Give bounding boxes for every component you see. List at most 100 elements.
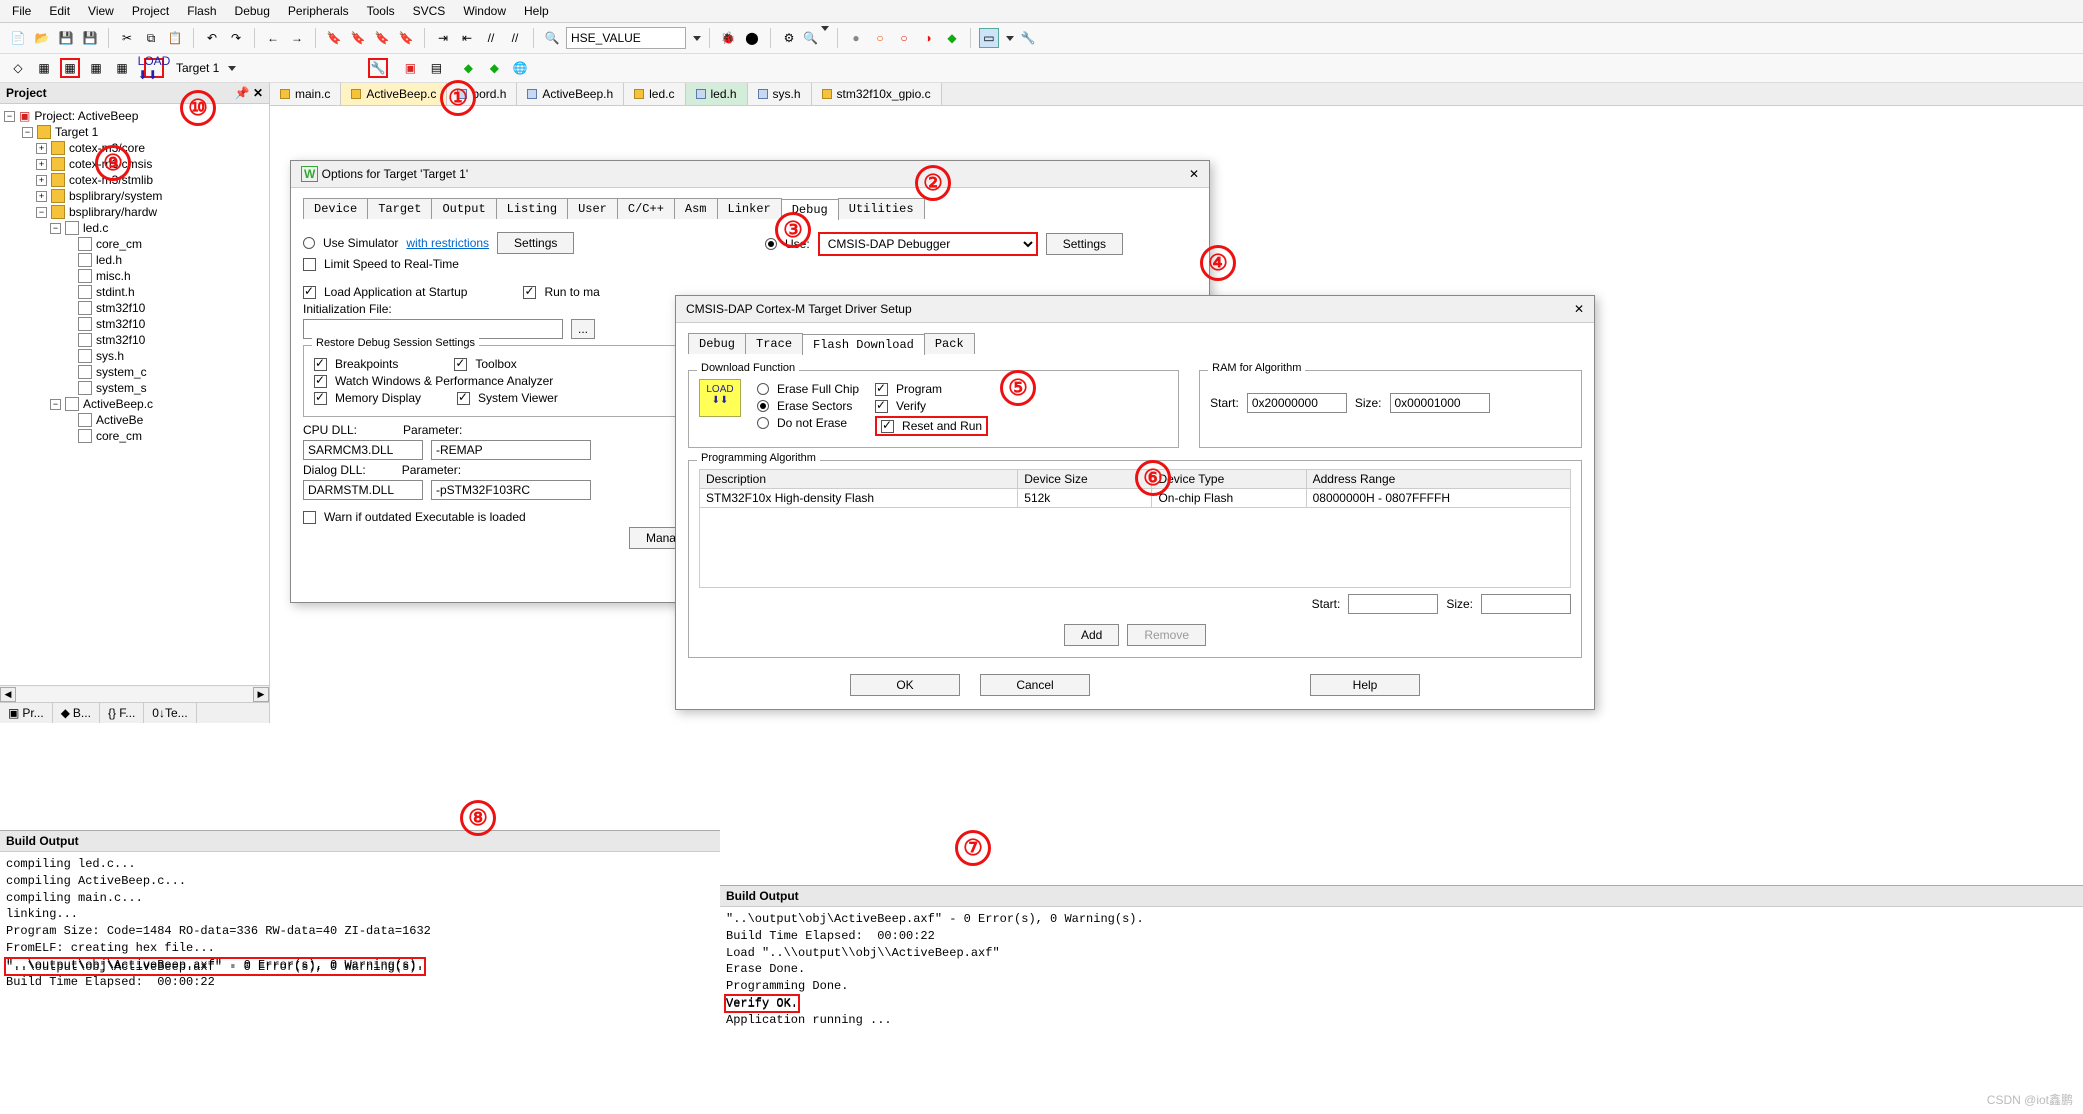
tab-target[interactable]: Target (367, 198, 432, 219)
driver-cancel-button[interactable]: Cancel (980, 674, 1090, 696)
find-input[interactable] (566, 27, 686, 49)
algorithm-table[interactable]: DescriptionDevice SizeDevice TypeAddress… (699, 469, 1571, 588)
indent-icon[interactable]: ⇥ (433, 28, 453, 48)
marker2-icon[interactable]: ○ (870, 28, 890, 48)
redo-icon[interactable]: ↷ (226, 28, 246, 48)
rebuild-icon[interactable]: ▦ (86, 58, 106, 78)
translate-icon[interactable]: ◇ (8, 58, 28, 78)
menu-debug[interactable]: Debug (235, 4, 270, 18)
debug-icon[interactable]: 🐞 (718, 28, 738, 48)
paste-icon[interactable]: 📋 (165, 28, 185, 48)
load-app-checkbox[interactable] (303, 286, 316, 299)
tab-user[interactable]: User (567, 198, 618, 219)
marker3-icon[interactable]: ○ (894, 28, 914, 48)
project-bottom-tabs[interactable]: ▣ Pr... ◆ B... {} F... 0↓Te... (0, 702, 269, 723)
tab-output[interactable]: Output (431, 198, 496, 219)
memory-checkbox[interactable] (314, 392, 327, 405)
tree-hscroll[interactable]: ◀▶ (0, 685, 269, 702)
marker1-icon[interactable]: ● (846, 28, 866, 48)
use-debugger-radio[interactable] (765, 238, 777, 250)
tab-listing[interactable]: Listing (496, 198, 568, 219)
toolbox-checkbox[interactable] (454, 358, 467, 371)
cut-icon[interactable]: ✂ (117, 28, 137, 48)
find-dropdown-icon[interactable] (693, 36, 701, 41)
target-dropdown-icon[interactable] (228, 66, 236, 71)
project-tree[interactable]: −▣Project: ActiveBeep −Target 1 +cotex-m… (0, 104, 269, 685)
no-erase-radio[interactable] (757, 417, 769, 429)
program-checkbox[interactable] (875, 383, 888, 396)
tab-flash-download[interactable]: Flash Download (802, 334, 925, 355)
breakpoint-icon[interactable]: ⬤ (742, 28, 762, 48)
driver-help-button[interactable]: Help (1310, 674, 1420, 696)
batch-build-icon[interactable]: ▦ (112, 58, 132, 78)
limit-speed-checkbox[interactable] (303, 258, 316, 271)
verify-checkbox[interactable] (875, 400, 888, 413)
close-icon[interactable]: ✕ (1189, 167, 1199, 181)
menu-view[interactable]: View (88, 4, 114, 18)
uncomment-icon[interactable]: // (505, 28, 525, 48)
outdent-icon[interactable]: ⇤ (457, 28, 477, 48)
undo-icon[interactable]: ↶ (202, 28, 222, 48)
dialog-param-input[interactable] (431, 480, 591, 500)
menu-edit[interactable]: Edit (49, 4, 70, 18)
sim-settings-button[interactable]: Settings (497, 232, 574, 254)
marker4-icon[interactable]: ◑ (918, 28, 938, 48)
pack-icon[interactable]: ◆ (458, 58, 478, 78)
tab-asm[interactable]: Asm (674, 198, 718, 219)
tab-project[interactable]: ▣ Pr... (0, 703, 53, 723)
cpu-dll-input[interactable] (303, 440, 423, 460)
menu-help[interactable]: Help (524, 4, 549, 18)
build-icon[interactable]: ▦ (34, 58, 54, 78)
bookmark-next-icon[interactable]: 🔖 (372, 28, 392, 48)
erase-full-radio[interactable] (757, 383, 769, 395)
tab-drv-pack[interactable]: Pack (924, 333, 975, 354)
tab-main-c[interactable]: main.c (270, 83, 341, 105)
tab-bord-h[interactable]: bord.h (447, 83, 517, 105)
save-all-icon[interactable]: 💾 (80, 28, 100, 48)
use-simulator-radio[interactable] (303, 237, 315, 249)
simulate-icon[interactable]: 🌐 (510, 58, 530, 78)
manage-icon[interactable]: ▣ (400, 58, 420, 78)
ram-start-input[interactable] (1247, 393, 1347, 413)
alg-size-input[interactable] (1481, 594, 1571, 614)
debugger-settings-button[interactable]: Settings (1046, 233, 1123, 255)
nav-back-icon[interactable]: ← (263, 28, 283, 48)
bookmark-icon[interactable]: 🔖 (324, 28, 344, 48)
comment-icon[interactable]: // (481, 28, 501, 48)
alg-start-input[interactable] (1348, 594, 1438, 614)
tab-cc[interactable]: C/C++ (617, 198, 675, 219)
menu-flash[interactable]: Flash (187, 4, 216, 18)
tab-sys-h[interactable]: sys.h (748, 83, 812, 105)
tab-drv-trace[interactable]: Trace (745, 333, 803, 354)
tab-device[interactable]: Device (303, 198, 368, 219)
build-target-icon[interactable]: ▦ (60, 58, 80, 78)
build-output-body-r[interactable]: "..\output\obj\ActiveBeep.axf" - 0 Error… (720, 907, 2083, 1033)
menu-window[interactable]: Window (463, 4, 506, 18)
reset-run-checkbox[interactable] (881, 420, 894, 433)
add-button[interactable]: Add (1064, 624, 1119, 646)
tab-debug[interactable]: Debug (781, 199, 839, 220)
tab-books[interactable]: ◆ B... (53, 703, 100, 723)
books-icon[interactable]: ▤ (426, 58, 446, 78)
window-icon[interactable]: ▭ (979, 28, 999, 48)
open-icon[interactable]: 📂 (32, 28, 52, 48)
find-icon[interactable]: 🔍 (542, 28, 562, 48)
tab-activebeep-h[interactable]: ActiveBeep.h (517, 83, 624, 105)
tab-utilities[interactable]: Utilities (838, 198, 925, 219)
breakpoints-checkbox[interactable] (314, 358, 327, 371)
bookmark-prev-icon[interactable]: 🔖 (348, 28, 368, 48)
rte-icon[interactable]: ◆ (484, 58, 504, 78)
menu-peripherals[interactable]: Peripherals (288, 4, 349, 18)
cpu-param-input[interactable] (431, 440, 591, 460)
marker5-icon[interactable]: ◆ (942, 28, 962, 48)
tab-activebeep-c[interactable]: ActiveBeep.c (341, 83, 447, 105)
remove-button[interactable]: Remove (1127, 624, 1206, 646)
tab-templates[interactable]: 0↓Te... (144, 703, 196, 723)
dialog-dll-input[interactable] (303, 480, 423, 500)
pin-icon[interactable]: 📌 (235, 86, 250, 100)
copy-icon[interactable]: ⧉ (141, 28, 161, 48)
menu-tools[interactable]: Tools (367, 4, 395, 18)
tab-drv-debug[interactable]: Debug (688, 333, 746, 354)
tab-linker[interactable]: Linker (717, 198, 782, 219)
close-icon[interactable]: ✕ (1574, 302, 1584, 316)
